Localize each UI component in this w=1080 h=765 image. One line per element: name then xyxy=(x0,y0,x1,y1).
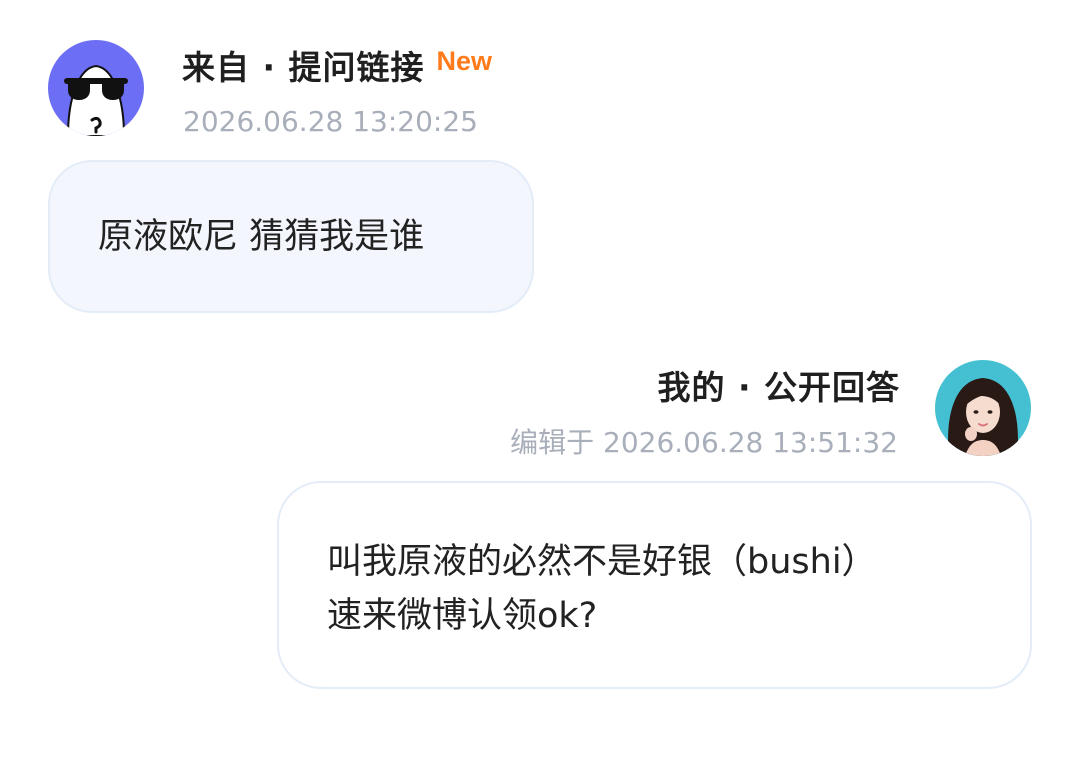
question-bubble[interactable]: 原液欧尼 猜猜我是谁 xyxy=(48,160,534,313)
user-photo-icon xyxy=(935,360,1031,456)
answer-line-2: 速来微博认领ok? xyxy=(327,596,598,636)
responder-avatar[interactable] xyxy=(935,360,1031,456)
answer-bubble[interactable]: 叫我原液的必然不是好银（bushi） 速来微博认领ok? xyxy=(277,481,1032,689)
sunglasses-ghost-icon xyxy=(48,40,144,136)
answer-timestamp: 编辑于 2026.06.28 13:51:32 xyxy=(510,426,898,459)
question-source-title: 来自 · 提问链接 xyxy=(182,48,425,87)
question-timestamp: 2026.06.28 13:20:25 xyxy=(183,105,478,138)
answer-line-1: 叫我原液的必然不是好银（bushi） xyxy=(327,542,877,582)
question-header: 来自 · 提问链接 New xyxy=(182,44,492,94)
new-badge: New xyxy=(436,46,493,76)
answer-title: 我的 · 公开回答 xyxy=(657,368,900,407)
asker-avatar[interactable] xyxy=(48,40,144,136)
answer-text: 叫我原液的必然不是好银（bushi） 速来微博认领ok? xyxy=(327,535,877,643)
question-text: 原液欧尼 猜猜我是谁 xyxy=(98,217,425,257)
